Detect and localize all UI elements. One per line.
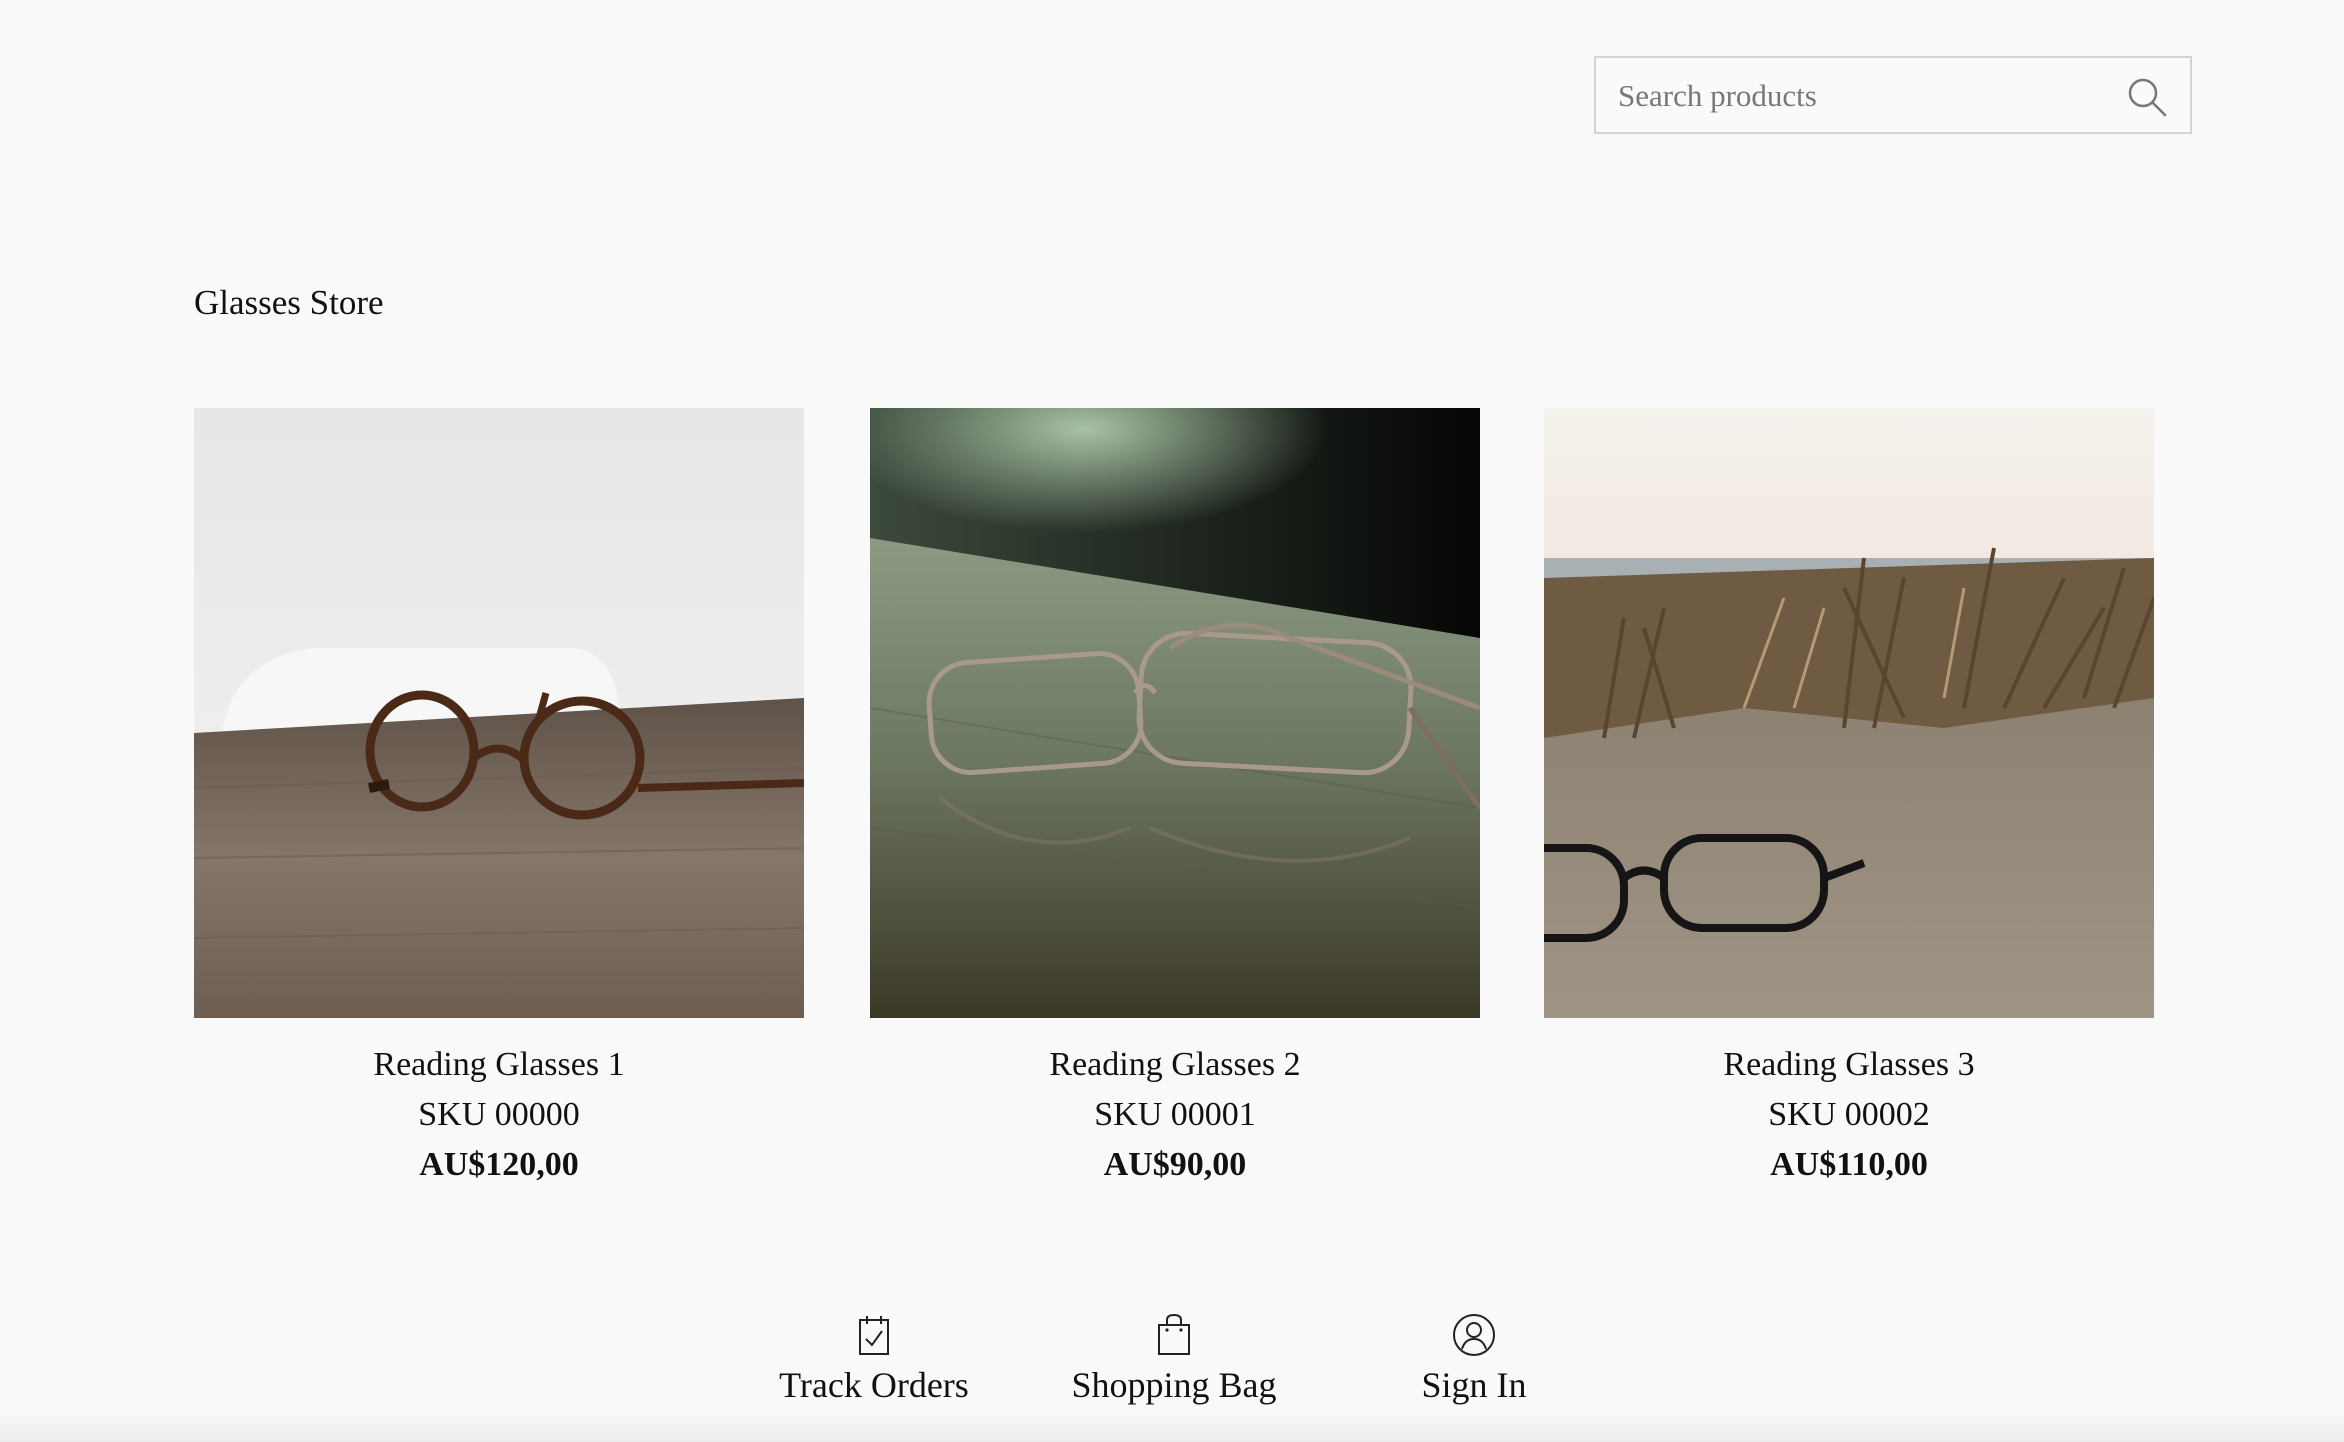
product-card[interactable]: Reading Glasses 1 SKU 00000 AU$120,00 <box>194 408 804 1190</box>
product-sku: SKU 00002 <box>1768 1096 1930 1133</box>
product-price: AU$110,00 <box>1770 1146 1928 1183</box>
search-input[interactable] <box>1616 58 2120 134</box>
product-image[interactable] <box>870 408 1480 1018</box>
track-orders-button[interactable]: Track Orders <box>744 1312 1004 1406</box>
track-orders-label: Track Orders <box>779 1365 969 1405</box>
product-price: AU$120,00 <box>419 1146 579 1183</box>
shopping-bag-button[interactable]: Shopping Bag <box>1044 1312 1304 1406</box>
search-icon[interactable] <box>2126 76 2168 118</box>
track-orders-icon <box>859 1316 889 1355</box>
shopping-bag-label: Shopping Bag <box>1071 1365 1277 1405</box>
shopping-bag-icon <box>1158 1313 1190 1355</box>
product-name[interactable]: Reading Glasses 3 <box>1544 1040 2154 1090</box>
product-image[interactable] <box>194 408 804 1018</box>
product-card[interactable]: Reading Glasses 2 SKU 00001 AU$90,00 <box>870 408 1480 1190</box>
sign-in-button[interactable]: Sign In <box>1344 1312 1604 1406</box>
user-icon <box>1453 1314 1495 1356</box>
store-title: Glasses Store <box>194 283 384 322</box>
product-price: AU$90,00 <box>1103 1146 1247 1183</box>
search-box[interactable] <box>1594 56 2192 134</box>
product-sku: SKU 00001 <box>1094 1096 1256 1133</box>
product-sku: SKU 00000 <box>418 1096 580 1133</box>
sign-in-label: Sign In <box>1421 1365 1527 1405</box>
product-image[interactable] <box>1544 408 2154 1018</box>
product-card[interactable]: Reading Glasses 3 SKU 00002 AU$110,00 <box>1544 408 2154 1190</box>
product-name[interactable]: Reading Glasses 2 <box>870 1040 1480 1090</box>
bottom-nav: Track Orders Shopping Bag Sign In <box>0 1300 2344 1442</box>
product-name[interactable]: Reading Glasses 1 <box>194 1040 804 1090</box>
